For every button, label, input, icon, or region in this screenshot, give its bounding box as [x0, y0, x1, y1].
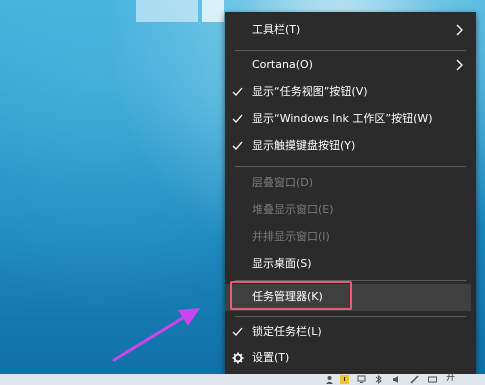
menu-item-lock-taskbar[interactable]: 锁定任务栏(L)	[225, 319, 476, 346]
menu-item-label: 锁定任务栏(L)	[252, 325, 322, 338]
windows-logo-tile	[136, 0, 198, 22]
warning-icon[interactable]	[340, 375, 349, 384]
network-icon[interactable]	[357, 375, 366, 384]
menu-item-label: 并排显示窗口(I)	[252, 230, 330, 243]
menu-item-label: 显示桌面(S)	[252, 257, 312, 270]
menu-item-toolbars[interactable]: 工具栏(T)	[225, 17, 476, 44]
checkmark-icon	[232, 114, 243, 123]
keyboard-icon[interactable]	[428, 375, 437, 384]
checkmark-icon	[232, 141, 243, 150]
menu-item-show-desktop[interactable]: 显示桌面(S)	[225, 251, 476, 278]
windows-logo-tile	[202, 0, 224, 22]
gear-icon	[232, 352, 244, 364]
menu-item-stack-windows: 堆叠显示窗口(E)	[225, 197, 476, 224]
checkmark-icon	[232, 87, 243, 96]
ink-workspace-icon[interactable]	[410, 375, 419, 384]
menu-item-show-touch-keyboard-button[interactable]: 显示触摸键盘按钮(Y)	[225, 133, 476, 160]
menu-separator	[235, 166, 466, 167]
menu-item-label: 显示“任务视图”按钮(V)	[252, 85, 368, 98]
annotation-arrow-icon	[112, 308, 200, 362]
menu-item-show-windows-ink-button[interactable]: 显示“Windows Ink 工作区”按钮(W)	[225, 106, 476, 133]
menu-item-show-task-view-button[interactable]: 显示“任务视图”按钮(V)	[225, 79, 476, 106]
bluetooth-icon[interactable]	[374, 375, 383, 384]
checkmark-icon	[232, 327, 243, 336]
menu-item-label: 堆叠显示窗口(E)	[252, 203, 334, 216]
menu-item-cascade-windows: 层叠窗口(D)	[225, 170, 476, 197]
menu-item-cortana[interactable]: Cortana(O)	[225, 52, 476, 79]
menu-item-side-by-side-windows: 并排显示窗口(I)	[225, 224, 476, 251]
menu-separator	[235, 50, 466, 51]
menu-separator	[235, 316, 466, 317]
taskbar[interactable]: 开	[0, 373, 485, 385]
menu-item-label: Cortana(O)	[252, 58, 313, 71]
chevron-right-icon	[456, 59, 463, 71]
menu-item-label: 显示“Windows Ink 工作区”按钮(W)	[252, 112, 433, 125]
menu-item-label: 工具栏(T)	[252, 23, 301, 36]
annotation-highlight-box	[230, 281, 352, 310]
input-method-indicator[interactable]: 开	[446, 373, 455, 384]
people-icon[interactable]	[325, 375, 334, 384]
menu-item-label: 显示触摸键盘按钮(Y)	[252, 139, 356, 152]
menu-item-label: 设置(T)	[252, 351, 290, 364]
volume-icon[interactable]	[392, 375, 401, 384]
menu-item-settings[interactable]: 设置(T)	[225, 345, 476, 372]
chevron-right-icon	[456, 24, 463, 36]
taskbar-context-menu: 工具栏(T) Cortana(O) 显示“任务视图”按钮(V) 显示“Windo…	[225, 12, 476, 374]
menu-item-label: 层叠窗口(D)	[252, 176, 314, 189]
